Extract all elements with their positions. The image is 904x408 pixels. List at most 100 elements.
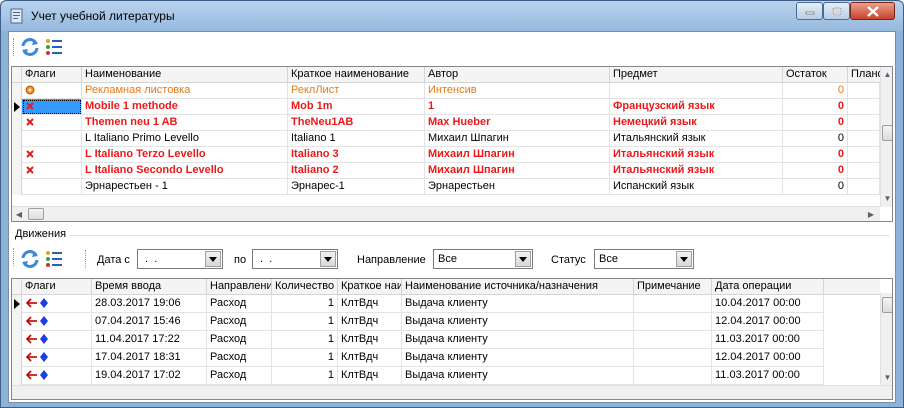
table-row[interactable]: 28.03.2017 19:06 Расход 1 КлтВдч Выдача клие… [12,295,880,313]
header-name[interactable]: Наименование [82,67,288,83]
cell-direction[interactable]: Расход [207,295,272,313]
books-grid[interactable]: Флаги Наименование Краткое наименование … [11,66,893,222]
header-subject[interactable]: Предмет [610,67,783,83]
cell-note[interactable] [634,313,712,331]
header-flags[interactable]: Флаги [22,279,92,295]
chevron-down-icon[interactable] [676,251,692,267]
cell-note[interactable] [634,349,712,367]
cell-subject[interactable] [610,83,783,99]
table-row[interactable]: 19.04.2017 17:02 Расход 1 КлтВдч Выдача клие… [12,367,880,385]
row-indicator[interactable] [12,115,22,131]
cell-operation-date[interactable]: 12.04.2017 00:00 [712,349,824,367]
chevron-down-icon[interactable] [205,251,221,267]
cell-rest[interactable]: 0 [783,179,848,195]
cell-entry-time[interactable]: 17.04.2017 18:31 [92,349,207,367]
direction-select[interactable]: Все [433,249,533,269]
cell-quantity[interactable]: 1 [272,295,338,313]
date-to-picker[interactable]: . . [252,249,338,269]
cell-flags[interactable] [22,163,82,179]
cell-subject[interactable]: Итальянский язык [610,147,783,163]
scroll-right-icon[interactable]: ▶ [864,207,878,221]
cell-flags[interactable] [22,295,92,313]
cell-short-name[interactable]: Эрнарес-1 [288,179,425,195]
header-short-name[interactable]: Краткое наименование [288,67,425,83]
cell-note[interactable] [634,295,712,313]
books-vscroll-thumb[interactable] [882,125,892,141]
cell-plan[interactable] [848,131,880,147]
cell-name[interactable]: L Italiano Primo Levello [82,131,288,147]
header-note[interactable]: Примечание [634,279,712,295]
cell-source-name[interactable]: Выдача клиенту [402,313,634,331]
header-source-name[interactable]: Наименование источника/назначения [402,279,634,295]
table-row[interactable]: Рекламная листовка РеклЛист Интенсив 0 [12,83,880,99]
cell-name[interactable]: Рекламная листовка [82,83,288,99]
cell-plan[interactable] [848,83,880,99]
cell-flags[interactable] [22,83,82,99]
maximize-button[interactable] [823,2,850,20]
table-row[interactable]: 17.04.2017 18:31 Расход 1 КлтВдч Выдача клие… [12,349,880,367]
header-operation-date[interactable]: Дата операции [712,279,824,295]
movements-list-button[interactable] [43,248,65,270]
scroll-down-icon[interactable]: ▼ [881,191,892,205]
cell-rest[interactable]: 0 [783,147,848,163]
movements-vscroll[interactable]: ▲ ▼ [880,293,892,385]
books-vscroll[interactable]: ▲ ▼ [880,67,892,207]
status-select[interactable]: Все [594,249,694,269]
row-indicator[interactable] [12,163,22,179]
header-flags[interactable]: Флаги [22,67,82,83]
cell-flags[interactable] [22,179,82,195]
row-indicator[interactable] [12,295,22,313]
cell-plan[interactable] [848,179,880,195]
cell-operation-date[interactable]: 11.03.2017 00:00 [712,331,824,349]
cell-author[interactable]: Max Hueber [425,115,610,131]
row-indicator[interactable] [12,147,22,163]
refresh-button[interactable] [19,36,41,58]
cell-entry-time[interactable]: 07.04.2017 15:46 [92,313,207,331]
cell-short-name[interactable]: Italiano 2 [288,163,425,179]
scroll-up-icon[interactable]: ▲ [881,67,892,81]
table-row[interactable]: L Italiano Terzo Levello Italiano 3 Михаил… [12,147,880,163]
scroll-down-icon[interactable]: ▼ [881,371,892,383]
cell-name[interactable]: Mobile 1 methode [82,99,288,115]
header-entry-time[interactable]: Время ввода [92,279,207,295]
cell-flags[interactable] [22,99,82,115]
cell-plan[interactable] [848,147,880,163]
cell-short-name[interactable]: РеклЛист [288,83,425,99]
cell-plan[interactable] [848,99,880,115]
table-row[interactable]: L Italiano Secondo Levello Italiano 2 Миха… [12,163,880,179]
cell-short-name[interactable]: КлтВдч [338,331,402,349]
cell-author[interactable]: Михаил Шпагин [425,163,610,179]
cell-rest[interactable]: 0 [783,163,848,179]
cell-short-name[interactable]: Italiano 1 [288,131,425,147]
cell-author[interactable]: Михаил Шпагин [425,147,610,163]
cell-subject[interactable]: Итальянский язык [610,131,783,147]
cell-note[interactable] [634,367,712,385]
cell-author[interactable]: Интенсив [425,83,610,99]
cell-rest[interactable]: 0 [783,83,848,99]
row-indicator[interactable] [12,367,22,385]
cell-plan[interactable] [848,163,880,179]
cell-rest[interactable]: 0 [783,115,848,131]
row-indicator[interactable] [12,179,22,195]
cell-short-name[interactable]: Mob 1m [288,99,425,115]
cell-name[interactable]: Эрнарестьен - 1 [82,179,288,195]
table-row[interactable]: L Italiano Primo Levello Italiano 1 Михаил… [12,131,880,147]
cell-flags[interactable] [22,313,92,331]
list-button[interactable] [43,36,65,58]
cell-quantity[interactable]: 1 [272,331,338,349]
cell-subject[interactable]: Испанский язык [610,179,783,195]
cell-quantity[interactable]: 1 [272,313,338,331]
cell-operation-date[interactable]: 11.03.2017 00:00 [712,367,824,385]
chevron-down-icon[interactable] [515,251,531,267]
cell-plan[interactable] [848,115,880,131]
cell-short-name[interactable]: TheNeu1AB [288,115,425,131]
table-row[interactable]: 07.04.2017 15:46 Расход 1 КлтВдч Выдача клие… [12,313,880,331]
cell-flags[interactable] [22,147,82,163]
cell-direction[interactable]: Расход [207,349,272,367]
table-row[interactable]: Эрнарестьен - 1 Эрнарес-1 Эрнарестьен Испан… [12,179,880,195]
cell-entry-time[interactable]: 28.03.2017 19:06 [92,295,207,313]
cell-note[interactable] [634,331,712,349]
cell-flags[interactable] [22,131,82,147]
cell-source-name[interactable]: Выдача клиенту [402,331,634,349]
cell-flags[interactable] [22,367,92,385]
